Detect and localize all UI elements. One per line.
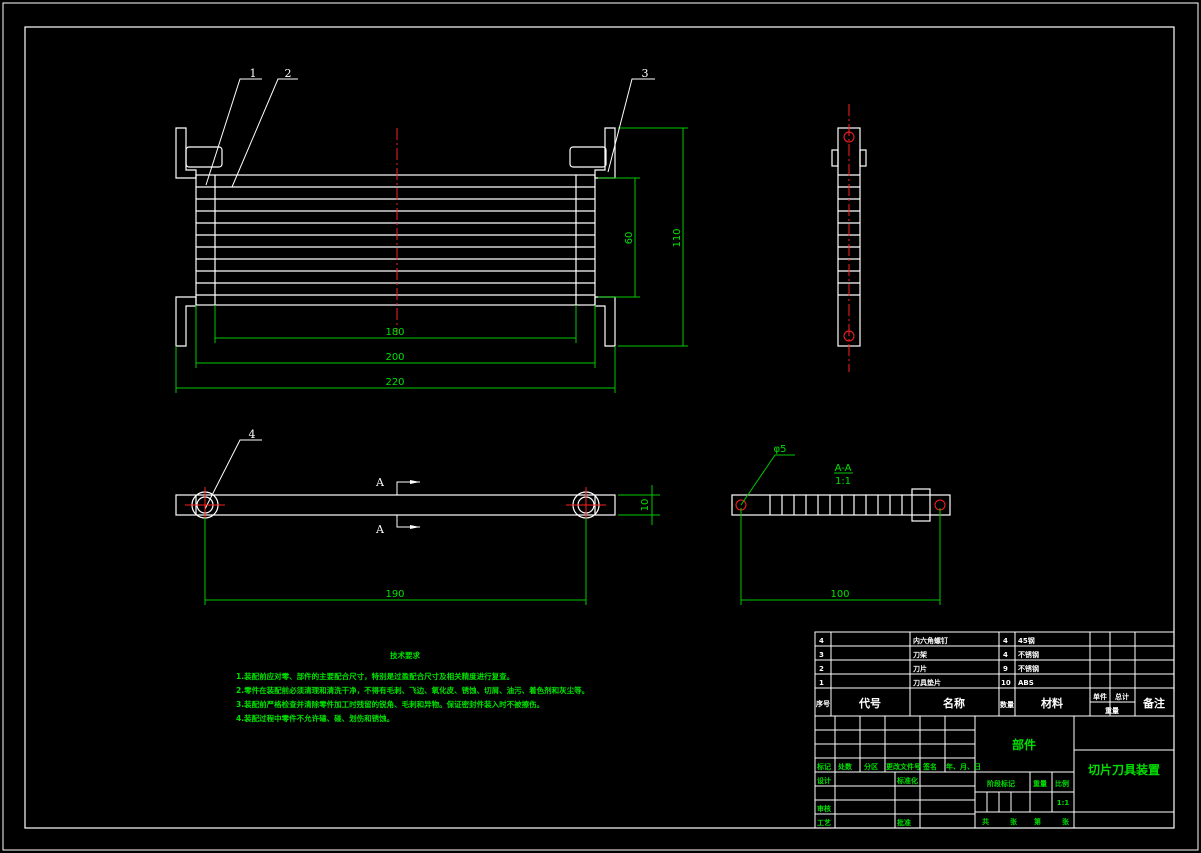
note-line-2: 2.零件在装配前必须清理和清洗干净，不得有毛刺、飞边、氧化皮、锈蚀、切屑、油污、…	[236, 685, 589, 695]
header-code: 代号	[858, 696, 881, 710]
front-dimensions	[175, 127, 688, 393]
dim-100: 100	[830, 589, 849, 600]
part-3-name: 刀架	[913, 650, 927, 659]
dim-220: 220	[385, 377, 404, 388]
callout-2: 2	[285, 67, 292, 80]
tb-sheet-unit2: 张	[1062, 817, 1070, 826]
part-1-no: 1	[819, 679, 824, 687]
section-scale: 1:1	[835, 476, 851, 487]
callout-4: 4	[249, 428, 256, 441]
dim-190: 190	[385, 589, 404, 600]
drawing-title: 切片刀具装置	[1088, 762, 1160, 777]
part-3-no: 3	[819, 651, 824, 659]
part-1-material: ABS	[1018, 679, 1034, 687]
dim-200: 200	[385, 352, 404, 363]
callout-1: 1	[250, 67, 257, 80]
part-4-no: 4	[819, 637, 824, 645]
part-1-name: 刀具垫片	[913, 678, 941, 687]
tb-total-sheets: 共	[982, 817, 989, 826]
header-total: 总计	[1115, 692, 1129, 701]
tb-stage: 阶段标记	[987, 779, 1015, 788]
dim-10: 10	[640, 499, 651, 512]
side-view	[831, 104, 867, 372]
dim-60: 60	[624, 232, 635, 245]
tb-date: 年、月、日	[946, 762, 981, 771]
part-1-qty: 10	[1001, 679, 1011, 687]
tb-process: 工艺	[817, 818, 831, 827]
scale-value: 1:1	[1057, 799, 1070, 807]
top-dimensions	[204, 485, 660, 605]
dim-110: 110	[672, 228, 683, 247]
header-remark: 备注	[1142, 696, 1165, 710]
dim-180: 180	[385, 327, 404, 338]
tb-check: 审核	[817, 804, 831, 813]
top-view	[175, 480, 616, 529]
part-label: 部件	[1012, 737, 1036, 752]
tb-weight: 重量	[1033, 779, 1047, 788]
section-mark-top: A	[375, 476, 385, 489]
tb-sheet-no: 第	[1034, 817, 1041, 826]
section-label: A-A	[835, 463, 852, 474]
header-weight: 重量	[1105, 706, 1119, 715]
title-block	[814, 631, 1175, 829]
part-4-qty: 4	[1003, 637, 1008, 645]
section-mark-bottom: A	[375, 523, 385, 536]
drawing-sheet: 180 200 220 60 110 1 2 3 4 A A 190 10 A-…	[2, 2, 1199, 851]
tb-std: 标准化	[896, 776, 918, 785]
part-2-no: 2	[819, 665, 824, 673]
tb-zone: 分区	[864, 762, 878, 771]
part-4-material: 45钢	[1018, 636, 1035, 645]
callout-3: 3	[642, 67, 649, 80]
part-4-name: 内六角螺钉	[913, 636, 948, 645]
tb-approve: 批准	[897, 818, 911, 827]
part-3-qty: 4	[1003, 651, 1008, 659]
tb-count: 处数	[837, 762, 853, 771]
tb-sign: 签名	[922, 762, 937, 771]
front-view	[175, 127, 616, 347]
tb-ratio: 比例	[1055, 779, 1069, 788]
callout-leaders	[204, 78, 655, 510]
header-no: 序号	[815, 699, 830, 708]
part-2-name: 刀片	[913, 664, 927, 673]
tb-mark: 标记	[816, 762, 831, 771]
header-name: 名称	[943, 696, 965, 710]
notes-title: 技术要求	[390, 650, 420, 660]
tb-design: 设计	[817, 776, 831, 785]
header-single: 单件	[1093, 692, 1107, 701]
header-qty: 数量	[1000, 700, 1014, 709]
note-line-3: 3.装配前严格检查并清除零件加工时残留的锐角、毛刺和异物。保证密封件装入时不被擦…	[236, 699, 544, 709]
outer-border	[2, 2, 1199, 851]
note-line-4: 4.装配过程中零件不允许磕、碰、划伤和锈蚀。	[236, 713, 394, 723]
tb-sheet-unit: 张	[1010, 817, 1018, 826]
part-2-qty: 9	[1003, 665, 1008, 673]
note-line-1: 1.装配前应对零、部件的主要配合尺寸，特别是过盈配合尺寸及相关精度进行复查。	[236, 671, 514, 681]
tb-doc: 更改文件号	[886, 762, 921, 771]
part-3-material: 不锈钢	[1018, 650, 1039, 659]
part-2-material: 不锈钢	[1018, 664, 1039, 673]
header-material: 材料	[1041, 696, 1063, 710]
dim-phi5: φ5	[774, 444, 787, 455]
